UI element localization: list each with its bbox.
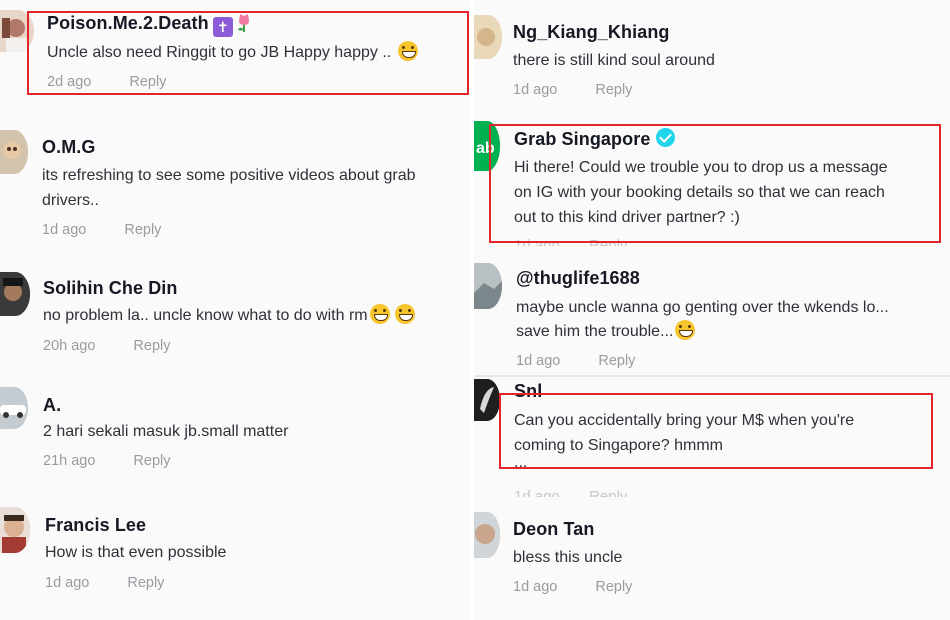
comment-item: Deon Tan bless this uncle 1d ago Reply	[474, 500, 950, 620]
comment-item: @thuglife1688 maybe uncle wanna go genti…	[474, 255, 950, 375]
comment-text-line: its refreshing to see some positive vide…	[42, 167, 416, 184]
comment-time: 1d ago	[513, 579, 558, 595]
highlight-box	[489, 124, 941, 243]
comment-username[interactable]: Ng_Kiang_Khiang	[513, 22, 670, 43]
comment-text: 2 hari sekali masuk jb.small matter	[43, 423, 289, 440]
avatar[interactable]	[0, 387, 28, 429]
avatar[interactable]	[0, 507, 30, 553]
comment-time: 1d ago	[42, 222, 87, 238]
highlight-box	[27, 11, 469, 95]
comment-meta: 1d ago Reply	[516, 353, 635, 369]
comment-time: 20h ago	[43, 338, 96, 354]
comment-time: 1d ago	[516, 353, 561, 369]
comment-item: O.M.G its refreshing to see some positiv…	[0, 120, 470, 250]
comment-text: How is that even possible	[45, 544, 227, 561]
comment-username[interactable]: O.M.G	[42, 137, 96, 158]
reply-button[interactable]: Reply	[595, 82, 632, 98]
avatar[interactable]	[474, 15, 502, 59]
comment-username[interactable]: Deon Tan	[513, 519, 594, 540]
reply-button[interactable]: Reply	[595, 579, 632, 595]
comment-username[interactable]: Solihin Che Din	[43, 278, 178, 299]
comment-meta: 1d ago Reply	[513, 579, 632, 595]
avatar[interactable]	[474, 263, 502, 309]
comment-meta: 1d ago Reply	[42, 222, 161, 238]
right-comment-panel: Ng_Kiang_Khiang there is still kind soul…	[474, 0, 950, 620]
comment-time: 1d ago	[45, 575, 90, 591]
comment-time: 1d ago	[513, 82, 558, 98]
comment-text-line: drivers..	[42, 192, 99, 209]
comment-time: 21h ago	[43, 453, 96, 469]
comment-item: A. 2 hari sekali masuk jb.small matter 2…	[0, 375, 470, 485]
left-comment-panel: Poison.Me.2.Death ✝ Uncle also need Ringg…	[0, 0, 470, 620]
comment-text: save him the trouble...	[516, 319, 696, 344]
comment-text: bless this uncle	[513, 549, 623, 566]
reply-button[interactable]: Reply	[598, 353, 635, 369]
grinning-emoji-icon	[394, 304, 415, 324]
comment-meta: 1d ago Reply	[45, 575, 164, 591]
comment-text: there is still kind soul around	[513, 52, 715, 69]
comment-username[interactable]: @thuglife1688	[516, 268, 640, 289]
comment-text: no problem la.. uncle know what to do wi…	[43, 303, 415, 328]
grinning-emoji-icon	[675, 320, 696, 340]
hidden-meta: 1d ago Reply	[514, 488, 628, 497]
comment-item: Solihin Che Din no problem la.. uncle kn…	[0, 258, 470, 368]
comment-username[interactable]: Francis Lee	[45, 515, 146, 536]
grinning-emoji-icon	[369, 304, 390, 324]
comment-meta: 20h ago Reply	[43, 338, 171, 354]
avatar[interactable]	[0, 272, 30, 316]
highlight-box	[499, 393, 933, 469]
reply-button[interactable]: Reply	[124, 222, 161, 238]
comment-item: Francis Lee How is that even possible 1d…	[0, 495, 470, 620]
comment-item: Ng_Kiang_Khiang there is still kind soul…	[474, 0, 950, 110]
comment-text-line: maybe uncle wanna go genting over the wk…	[516, 299, 889, 316]
reply-button[interactable]: Reply	[133, 453, 170, 469]
reply-button[interactable]: Reply	[133, 338, 170, 354]
comment-meta: 1d ago Reply	[513, 82, 632, 98]
avatar[interactable]	[474, 379, 500, 421]
avatar[interactable]	[474, 512, 500, 558]
reply-button[interactable]: Reply	[127, 575, 164, 591]
comment-username[interactable]: A.	[43, 395, 61, 416]
comment-meta: 21h ago Reply	[43, 453, 171, 469]
avatar[interactable]	[0, 130, 28, 174]
